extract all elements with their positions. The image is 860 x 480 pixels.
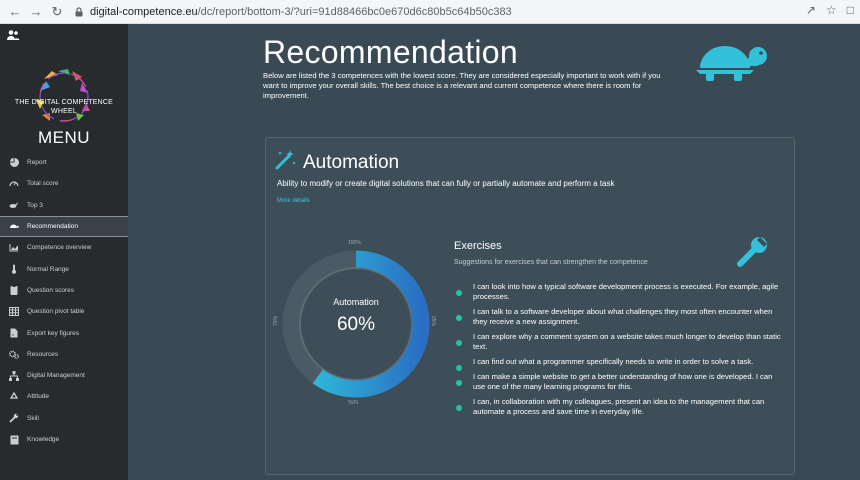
svg-text:x: x: [12, 332, 14, 337]
table-icon: [9, 307, 19, 317]
gauge-tick-top: 100%: [348, 240, 361, 246]
menu-title: MENU: [37, 128, 91, 147]
wrench-icon: [737, 237, 767, 267]
export-icon: x: [9, 328, 19, 338]
competence-title: Automation: [303, 152, 400, 173]
exercise-item: I can look into how a typical software d…: [454, 282, 784, 302]
sidebar: THE DIGITAL COMPETENCE WHEEL MENU Report…: [0, 24, 128, 480]
magic-wand-icon: [275, 150, 296, 170]
competence-description: Ability to modify or create digital solu…: [277, 179, 615, 188]
url-path: /dc/report/bottom-3/?uri=91d88466bc0e670…: [197, 5, 512, 18]
sidebar-item-recommendation[interactable]: Recommendation: [0, 215, 128, 238]
wrench-icon: [9, 413, 19, 423]
sidebar-item-question-pivot-table[interactable]: Question pivot table: [0, 301, 128, 322]
reload-icon[interactable]: ↻: [48, 3, 66, 21]
sidebar-item-attitude[interactable]: Attitude: [0, 386, 128, 407]
turtle-icon: [696, 46, 767, 81]
bullet-dot: [456, 405, 462, 411]
lock-icon: [75, 6, 83, 16]
star-icon[interactable]: ☆: [826, 3, 837, 17]
user-group-icon[interactable]: [6, 29, 20, 41]
page-title: Recommendation: [263, 34, 518, 70]
exercises-subtitle: Suggestions for exercises that can stren…: [454, 259, 648, 266]
sidebar-item-export-key-figures[interactable]: x Export key figures: [0, 322, 128, 343]
exercise-item: I can explore why a comment system on a …: [454, 332, 784, 352]
bullet-dot: [456, 340, 462, 346]
gauge-tick-right: 25%: [430, 315, 437, 327]
exercise-item: I can make a simple website to get a bet…: [454, 372, 784, 392]
address-bar[interactable]: digital-competence.eu/dc/report/bottom-3…: [74, 3, 512, 21]
window-icon[interactable]: □: [847, 3, 854, 17]
sidebar-item-knowledge[interactable]: Knowledge: [0, 429, 128, 450]
hare-icon: [9, 200, 19, 210]
score-gauge: Automation 60% 100% 75% 25% 50%: [266, 238, 446, 410]
sitemap-icon: [9, 370, 19, 381]
cogs-icon: [9, 349, 19, 359]
main-content: Recommendation Below are listed the 3 co…: [128, 24, 860, 480]
clipboard-icon: [9, 285, 19, 296]
exercises-title: Exercises: [454, 240, 502, 252]
gauge-tick-bottom: 50%: [348, 398, 359, 404]
url-domain: digital-competence.eu: [90, 5, 198, 18]
exercise-item: I can talk to a software developer about…: [454, 307, 784, 327]
sidebar-item-digital-management[interactable]: Digital Management: [0, 365, 128, 386]
pie-chart-icon: [9, 158, 19, 168]
recycle-icon: [9, 391, 19, 402]
back-arrow-icon[interactable]: ←: [6, 3, 24, 21]
gauge-icon: [9, 179, 19, 189]
browser-toolbar: ← → ↻ digital-competence.eu/dc/report/bo…: [0, 0, 860, 24]
exercise-list: I can look into how a typical software d…: [454, 282, 784, 422]
gauge-label: Automation: [333, 297, 379, 307]
bullet-dot: [456, 290, 462, 296]
sidebar-item-normal-range[interactable]: Normal Range: [0, 258, 128, 279]
sidebar-item-competence-overview[interactable]: Competence overview: [0, 237, 128, 258]
area-chart-icon: [9, 243, 19, 253]
sidebar-item-resources[interactable]: Resources: [0, 344, 128, 365]
forward-arrow-icon[interactable]: →: [27, 3, 45, 21]
gauge-value: 60%: [336, 314, 376, 335]
exercise-item: I can, in collaboration with my colleagu…: [454, 397, 784, 417]
sidebar-item-question-scores[interactable]: Question scores: [0, 280, 128, 301]
intro-text: Below are listed the 3 competences with …: [263, 71, 661, 100]
sidebar-item-top-3[interactable]: Top 3: [0, 195, 128, 216]
turtle-icon: [9, 222, 19, 232]
thermometer-icon: [9, 264, 19, 274]
sidebar-menu: Report Total score Top 3 Recommendation …: [0, 152, 128, 450]
bullet-dot: [456, 365, 462, 371]
exercise-item: I can find out what a programmer specifi…: [454, 357, 784, 371]
book-icon: [9, 435, 19, 445]
bullet-dot: [456, 380, 462, 386]
gauge-tick-left: 75%: [273, 315, 280, 327]
sidebar-item-report[interactable]: Report: [0, 152, 128, 173]
sidebar-item-skill[interactable]: Skill: [0, 408, 128, 429]
more-details-link[interactable]: More details: [277, 198, 310, 204]
share-icon[interactable]: ↗: [806, 3, 816, 17]
sidebar-item-total-score[interactable]: Total score: [0, 173, 128, 194]
bullet-dot: [456, 315, 462, 321]
competence-card: Automation Ability to modify or create d…: [265, 137, 795, 475]
logo-text: THE DIGITAL COMPETENCE WHEEL: [14, 99, 114, 115]
